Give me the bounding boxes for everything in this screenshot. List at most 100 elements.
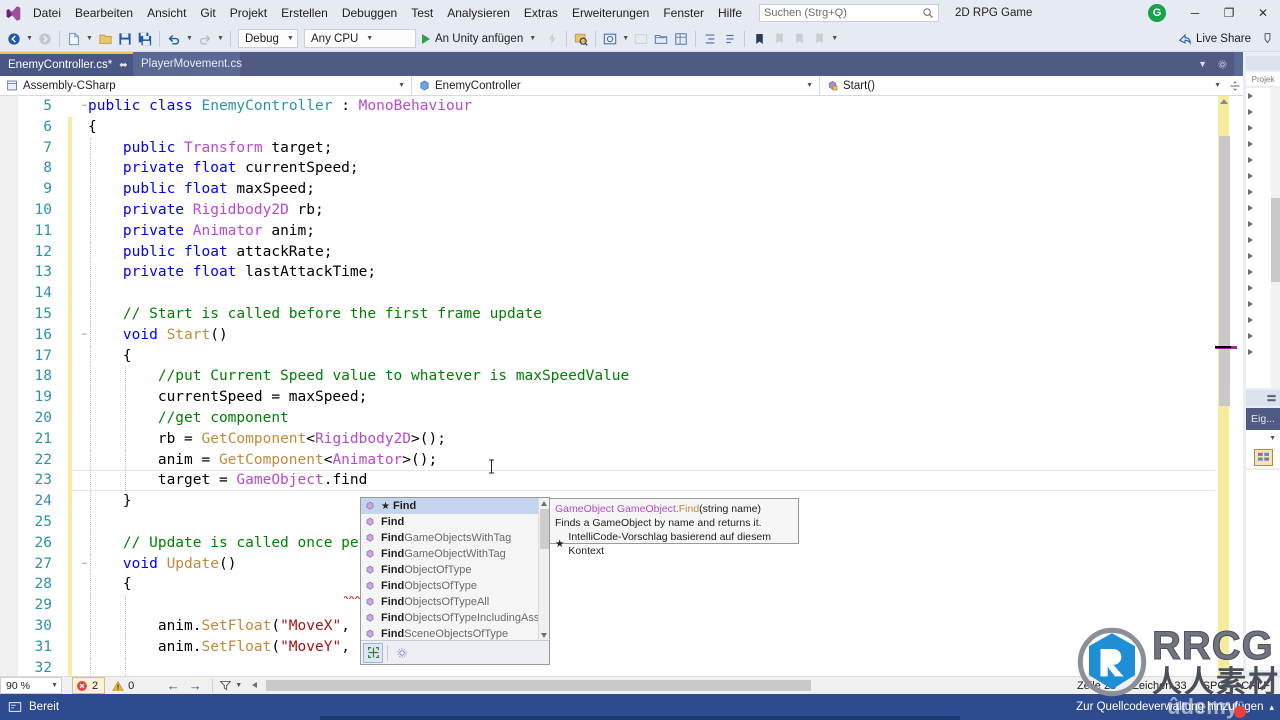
warning-count-badge[interactable]: 0 — [109, 677, 140, 694]
code-line[interactable]: 8 private float currentSpeed; — [0, 158, 1215, 180]
open-file-icon[interactable] — [95, 28, 115, 50]
editor-horizontal-scrollbar[interactable] — [250, 679, 850, 692]
completion-item[interactable]: ★ Find — [361, 498, 549, 514]
code-line[interactable]: 22 anim = GetComponent<Animator>(); — [0, 449, 1215, 471]
zoom-level-dropdown[interactable]: 90 % ▼ — [0, 677, 62, 694]
tab-enemycontroller[interactable]: EnemyController.cs* ⬌ ✕ — [0, 52, 144, 76]
restore-button[interactable]: ❐ — [1212, 0, 1246, 26]
type-dropdown[interactable]: EnemyController ▼ — [412, 75, 820, 96]
completion-item[interactable]: Find — [361, 514, 549, 530]
solution-search-input[interactable]: Projek — [1246, 72, 1280, 86]
close-button[interactable]: ✕ — [1246, 0, 1280, 26]
menu-bearbeiten[interactable]: Bearbeiten — [68, 0, 140, 26]
screenshot-dropdown-icon[interactable]: ▼ — [620, 28, 631, 50]
properties-categorized-button[interactable] — [1246, 446, 1280, 468]
code-line[interactable]: 14 — [0, 283, 1215, 304]
chevron-down-icon[interactable]: ▼ — [529, 35, 536, 42]
code-line[interactable]: 15 // Start is called before the first f… — [0, 303, 1215, 325]
code-line[interactable]: 31 anim.SetFloat("MoveY", rb.velocity.y)… — [0, 636, 1215, 658]
solution-tree-scrollbar[interactable] — [1271, 88, 1280, 388]
navigate-backward-dropdown-icon[interactable]: ▼ — [24, 28, 35, 50]
scrollbar-thumb[interactable] — [1219, 136, 1230, 406]
completion-item[interactable]: Find ObjectsOfTypeIncludingAssets — [361, 610, 549, 626]
menu-projekt[interactable]: Projekt — [223, 0, 274, 26]
save-icon[interactable] — [115, 28, 135, 50]
chevron-right-icon[interactable] — [1248, 109, 1253, 115]
hscroll-thumb[interactable] — [266, 680, 811, 691]
chevron-right-icon[interactable] — [1248, 269, 1253, 275]
menu-ansicht[interactable]: Ansicht — [140, 0, 193, 26]
indent-icon[interactable] — [700, 28, 720, 50]
account-avatar[interactable]: G — [1148, 4, 1166, 22]
toolbar-overflow-icon[interactable]: ▼ — [829, 28, 840, 50]
completion-item[interactable]: Find ObjectsOfTypeAll — [361, 594, 549, 610]
completion-list[interactable]: ★ Find Find Find GameObjectsWithTag Find GameO… — [361, 498, 549, 641]
minimize-button[interactable]: ─ — [1178, 0, 1212, 26]
solution-tree-scrollbar-thumb[interactable] — [1271, 198, 1280, 282]
chevron-right-icon[interactable] — [1248, 317, 1253, 323]
code-line[interactable]: 9 public float maxSpeed; — [0, 179, 1215, 200]
list-view-icon[interactable] — [1266, 393, 1277, 404]
bookmark-icon[interactable] — [749, 28, 769, 50]
project-dropdown[interactable]: Assembly-CSharp ▼ — [0, 75, 412, 96]
editor-vertical-scrollbar[interactable] — [1215, 96, 1243, 676]
chevron-right-icon[interactable] — [1248, 205, 1253, 211]
code-line[interactable]: 16− void Start() — [0, 324, 1215, 346]
chevron-right-icon[interactable] — [1248, 221, 1253, 227]
completion-item[interactable]: Find GameObjectsWithTag — [361, 530, 549, 546]
menu-erstellen[interactable]: Erstellen — [274, 0, 335, 26]
comment-icon[interactable] — [720, 28, 740, 50]
build-configuration-dropdown[interactable]: Debug ▼ — [238, 29, 298, 48]
scroll-up-arrow-icon[interactable] — [1220, 99, 1228, 104]
solution-tree[interactable] — [1246, 88, 1280, 388]
code-line[interactable]: 5− public class EnemyController : MonoBeh… — [0, 96, 1215, 117]
navigate-backward-icon[interactable] — [4, 28, 24, 50]
chevron-right-icon[interactable] — [1248, 285, 1253, 291]
tab-list-dropdown-icon[interactable]: ▼ — [1198, 59, 1207, 69]
code-line[interactable]: 19 currentSpeed = maxSpeed; — [0, 387, 1215, 408]
code-line[interactable]: 6{ — [0, 116, 1215, 138]
code-line[interactable]: 20 //get component — [0, 407, 1215, 429]
code-line[interactable]: 10 private Rigidbody2D rb; — [0, 199, 1215, 221]
menu-test[interactable]: Test — [404, 0, 440, 26]
code-line[interactable]: 17 { — [0, 345, 1215, 367]
scroll-up-arrow-icon[interactable] — [541, 501, 547, 506]
properties-window-icon[interactable] — [671, 28, 691, 50]
filter-all-icon[interactable] — [363, 642, 383, 663]
error-count-badge[interactable]: 2 — [72, 677, 106, 694]
quick-search-input[interactable]: Suchen (Strg+Q) — [759, 4, 940, 22]
next-error-button[interactable]: → — [184, 677, 206, 694]
code-line[interactable]: 21 rb = GetComponent<Rigidbody2D>(); — [0, 428, 1215, 450]
properties-panel-header[interactable]: Eig... — [1246, 408, 1280, 430]
attach-to-unity-button[interactable]: An Unity anfügen ▼ — [419, 28, 542, 50]
filter-methods-icon[interactable] — [392, 643, 412, 663]
tab-playermovement[interactable]: PlayerMovement.cs — [133, 52, 242, 76]
menu-debuggen[interactable]: Debuggen — [335, 0, 404, 26]
properties-toolbar[interactable]: ▼ — [1246, 430, 1280, 446]
code-line[interactable]: 13 private float lastAttackTime; — [0, 262, 1215, 284]
code-line[interactable]: 11 private Animator anim; — [0, 220, 1215, 242]
completion-scrollbar-thumb[interactable] — [540, 509, 549, 549]
scroll-down-arrow-icon[interactable] — [541, 633, 547, 638]
member-dropdown[interactable]: Start() ▼ — [820, 76, 1227, 96]
code-line[interactable]: 32 — [0, 657, 1215, 676]
chevron-right-icon[interactable] — [1248, 301, 1253, 307]
undo-dropdown-icon[interactable]: ▼ — [184, 28, 195, 50]
split-view-icon[interactable] — [1227, 76, 1243, 96]
code-lines[interactable]: 5− public class EnemyController : MonoBeh… — [0, 96, 1215, 676]
chevron-right-icon[interactable] — [1248, 125, 1253, 131]
code-line[interactable]: 28 { — [0, 574, 1215, 596]
menu-analysieren[interactable]: Analysieren — [440, 0, 517, 26]
chevron-right-icon[interactable] — [1248, 237, 1253, 243]
new-file-dropdown-icon[interactable]: ▼ — [84, 28, 95, 50]
chevron-right-icon[interactable] — [1248, 141, 1253, 147]
platform-dropdown[interactable]: Any CPU ▼ — [304, 29, 416, 48]
menu-hilfe[interactable]: Hilfe — [711, 0, 749, 26]
gear-icon[interactable] — [1217, 59, 1228, 70]
code-line[interactable]: 7 public Transform target; — [0, 137, 1215, 159]
chevron-right-icon[interactable] — [1248, 189, 1253, 195]
completion-scrollbar[interactable] — [538, 498, 549, 641]
screenshot-icon[interactable] — [600, 28, 620, 50]
chevron-right-icon[interactable] — [1248, 253, 1253, 259]
solution-explorer-icon[interactable] — [651, 28, 671, 50]
